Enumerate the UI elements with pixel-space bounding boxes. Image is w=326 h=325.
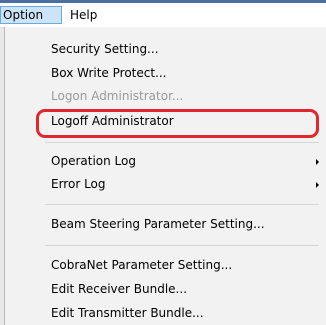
submenu-arrow-icon bbox=[316, 182, 319, 188]
menu-item-operation-log[interactable]: Operation Log bbox=[51, 151, 136, 171]
menu-item-logon-administrator: Logon Administrator... bbox=[51, 89, 184, 103]
menu-separator bbox=[45, 204, 319, 205]
option-dropdown-menu: Security Setting... Box Write Protect...… bbox=[4, 27, 326, 325]
menu-separator bbox=[45, 245, 319, 246]
menu-help[interactable]: Help bbox=[66, 6, 101, 24]
menu-item-error-log[interactable]: Error Log bbox=[51, 174, 106, 194]
menu-item-beam-steering-parameter-setting[interactable]: Beam Steering Parameter Setting... bbox=[51, 214, 265, 234]
menu-bar: Option Help bbox=[0, 3, 326, 28]
highlight-annotation-ring bbox=[36, 109, 319, 138]
submenu-arrow-icon bbox=[316, 159, 319, 165]
menu-item-security-setting[interactable]: Security Setting... bbox=[51, 39, 159, 59]
menu-item-box-write-protect[interactable]: Box Write Protect... bbox=[51, 63, 167, 83]
menu-separator bbox=[45, 142, 319, 143]
menu-item-edit-transmitter-bundle[interactable]: Edit Transmitter Bundle... bbox=[51, 303, 204, 323]
menu-option[interactable]: Option bbox=[0, 6, 62, 24]
menu-item-edit-receiver-bundle[interactable]: Edit Receiver Bundle... bbox=[51, 279, 187, 299]
menu-item-cobranet-parameter-setting[interactable]: CobraNet Parameter Setting... bbox=[51, 255, 232, 275]
